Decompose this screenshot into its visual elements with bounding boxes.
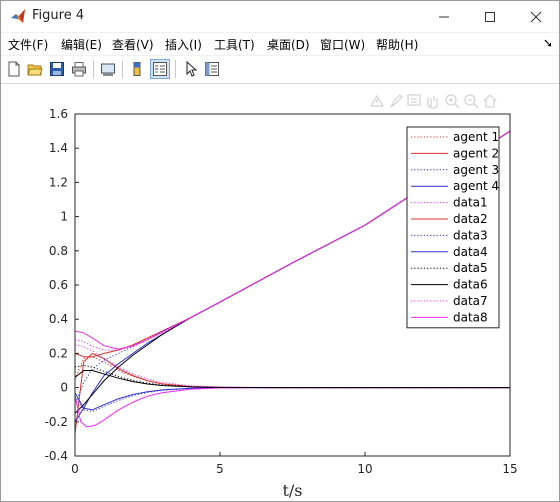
y-tick-label: 0.6 [49,278,68,292]
x-tick-label: 0 [71,462,79,476]
legend-label: data8 [453,310,488,324]
menu-insert[interactable]: 插入(I) [165,36,202,53]
link-plot-button[interactable] [98,59,118,79]
new-figure-button[interactable] [4,59,24,79]
menu-desktop[interactable]: 桌面(D) [267,36,310,53]
legend-label: data1 [453,196,488,210]
menu-tools[interactable]: 工具(T) [214,36,255,53]
menu-help[interactable]: 帮助(H) [376,36,418,53]
legend-label: data6 [453,278,488,292]
y-tick-label: -0.2 [45,415,68,429]
legend-label: data2 [453,212,488,226]
x-tick-label: 15 [502,462,517,476]
maximize-button[interactable] [467,1,513,32]
menu-bar: 文件(F) 编辑(E) 查看(V) 插入(I) 工具(T) 桌面(D) 窗口(W… [1,33,559,55]
y-tick-label: 0.4 [49,312,68,326]
toolbar-separator [122,60,123,78]
print-icon [72,62,86,77]
menu-edit[interactable]: 编辑(E) [61,36,102,53]
legend-label: data7 [453,294,488,308]
property-inspector-icon [205,62,219,76]
save-button[interactable] [47,59,67,79]
y-tick-label: -0.4 [45,449,68,463]
toolbar-separator [93,60,94,78]
x-tick-label: 5 [216,462,224,476]
menu-view[interactable]: 查看(V) [112,36,154,53]
y-tick-label: 0 [60,381,68,395]
y-tick-label: 1.2 [49,175,68,189]
y-tick-label: 1.6 [49,107,68,121]
save-icon [50,62,64,76]
close-icon [530,11,542,22]
edit-plot-icon [186,61,198,77]
y-tick-label: 1.4 [49,141,68,155]
figure-window: Figure 4 文件(F) 编辑(E) 查看(V) 插入(I) 工具(T) 桌… [0,0,560,502]
legend[interactable]: agent 1 agent 2 agent 3 agent 4 data1 data2 da… [406,126,500,329]
legend-label: data5 [453,261,488,275]
open-file-icon [27,64,43,76]
property-inspector-button[interactable] [202,59,222,79]
x-tick-label: 10 [357,462,372,476]
link-plot-icon [101,63,115,76]
legend-label: agent 2 [453,146,499,160]
new-figure-icon [8,61,20,77]
legend-label: data3 [453,228,488,242]
figure-toolbar [1,56,559,84]
maximize-icon [485,11,495,22]
legend-label: data4 [453,245,488,259]
close-button[interactable] [513,1,559,32]
legend-label: agent 1 [453,130,499,144]
legend-icon [153,62,167,76]
menu-window[interactable]: 窗口(W) [320,36,365,53]
window-title: Figure 4 [32,8,85,23]
line-chart: 0 5 10 15 -0.4 -0.2 0 0.2 0.4 0.6 0.8 1 1.2 1.4 1.6 t/… [45,107,518,500]
y-tick-label: 0.8 [49,244,68,258]
y-tick-label: 1 [60,210,68,224]
print-button[interactable] [69,59,89,79]
menu-file[interactable]: 文件(F) [8,36,48,53]
minimize-button[interactable] [421,1,467,32]
colorbar-icon [133,62,141,76]
toolbar-separator [175,60,176,78]
matlab-logo-icon [11,9,25,23]
legend-label: agent 4 [453,179,499,193]
legend-label: agent 3 [453,163,499,177]
title-bar: Figure 4 [1,1,559,32]
open-file-button[interactable] [25,59,45,79]
colorbar-button[interactable] [127,59,147,79]
x-axis-label: t/s [282,481,302,500]
legend-button[interactable] [150,59,170,79]
menu-overflow-arrow-icon[interactable]: ➘ [543,36,553,50]
y-tick-label: 0.2 [49,346,68,360]
figure-canvas: 0 5 10 15 -0.4 -0.2 0 0.2 0.4 0.6 0.8 1 1.2 1.4 1.6 t/… [1,84,559,501]
minimize-icon [439,16,449,17]
edit-plot-button[interactable] [181,59,201,79]
